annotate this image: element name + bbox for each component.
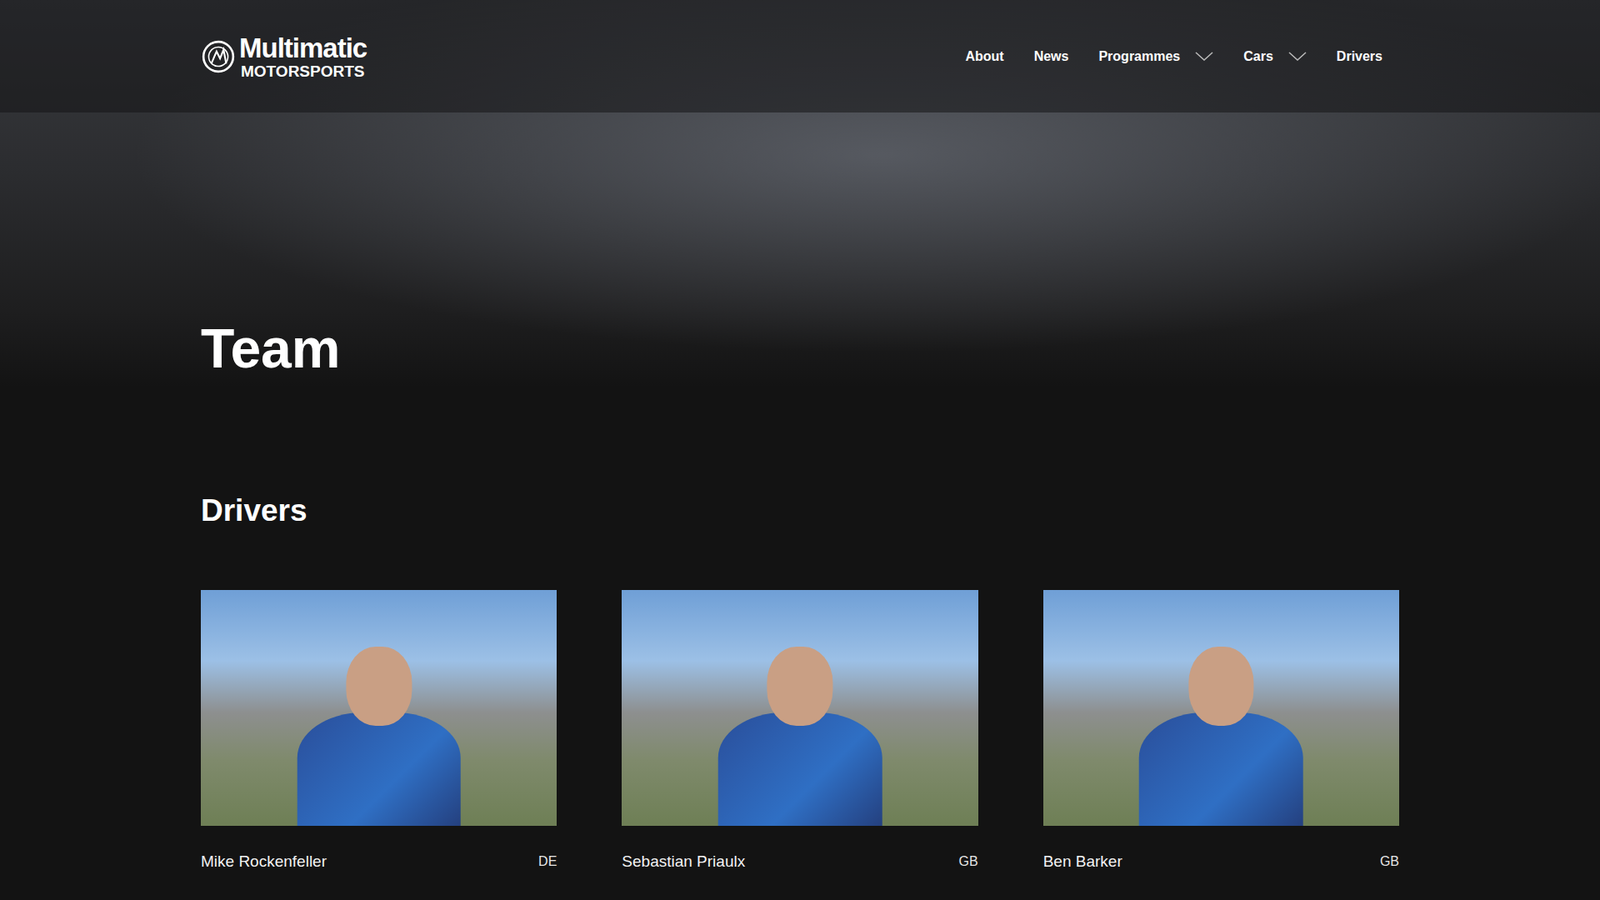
logo[interactable]: Multimatic MOTORSPORTS [200,34,367,80]
nav-item[interactable]: Programmes [1098,49,1214,65]
section-title: Drivers [200,494,1400,529]
logo-subtitle: MOTORSPORTS [240,63,367,80]
driver-name: Ben Barker [1043,852,1123,871]
driver-card[interactable]: Ben Barker GB [1043,590,1400,871]
nav-item[interactable]: About [965,49,1004,65]
site-header: Multimatic MOTORSPORTS About News Progra… [0,0,1600,113]
nav-item[interactable]: Cars [1243,49,1307,65]
page-title: Team [200,318,341,380]
driver-country: DE [538,854,557,870]
driver-card[interactable]: Mike Rockenfeller DE [200,590,557,871]
chevron-down-icon [1195,51,1214,62]
driver-country: GB [1380,854,1400,870]
driver-name: Sebastian Priaulx [621,852,745,871]
logo-name: Multimatic [239,34,367,62]
driver-photo [621,590,978,826]
nav-item[interactable]: Drivers [1336,49,1383,65]
driver-name: Mike Rockenfeller [200,852,327,871]
chevron-down-icon [1288,51,1307,62]
logo-emblem-icon [200,39,236,75]
nav-item[interactable]: News [1034,49,1070,65]
hero: Multimatic MOTORSPORTS About News Progra… [0,0,1600,388]
page: Multimatic MOTORSPORTS About News Progra… [0,0,1600,900]
driver-photo [200,590,557,826]
drivers-section: Drivers Mike Rockenfeller DE Sebastian P… [200,387,1400,871]
driver-card[interactable]: Sebastian Priaulx GB [621,590,978,871]
main-nav: About News Programmes Cars Drivers [965,49,1400,65]
driver-photo [1043,590,1400,826]
driver-country: GB [959,854,979,870]
driver-grid: Mike Rockenfeller DE Sebastian Priaulx G… [200,590,1400,871]
